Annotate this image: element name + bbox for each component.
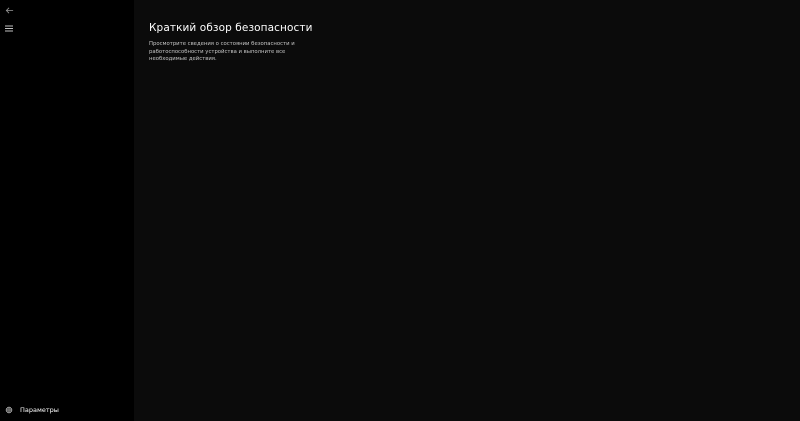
hamburger-menu-icon bbox=[5, 25, 13, 31]
app-window: Параметры Краткий обзор безопасности Про… bbox=[0, 0, 800, 421]
page-description: Просмотрите сведения о состоянии безопас… bbox=[149, 41, 295, 63]
back-button[interactable] bbox=[2, 3, 16, 17]
navigation-pane: Параметры bbox=[0, 0, 134, 421]
back-arrow-icon bbox=[5, 7, 13, 13]
settings-nav-item[interactable]: Параметры bbox=[0, 402, 134, 418]
settings-label: Параметры bbox=[20, 406, 59, 414]
gear-icon bbox=[1, 402, 17, 418]
menu-button[interactable] bbox=[2, 21, 16, 35]
content-area: Краткий обзор безопасности Просмотрите с… bbox=[134, 0, 800, 421]
page-title: Краткий обзор безопасности bbox=[149, 22, 313, 34]
